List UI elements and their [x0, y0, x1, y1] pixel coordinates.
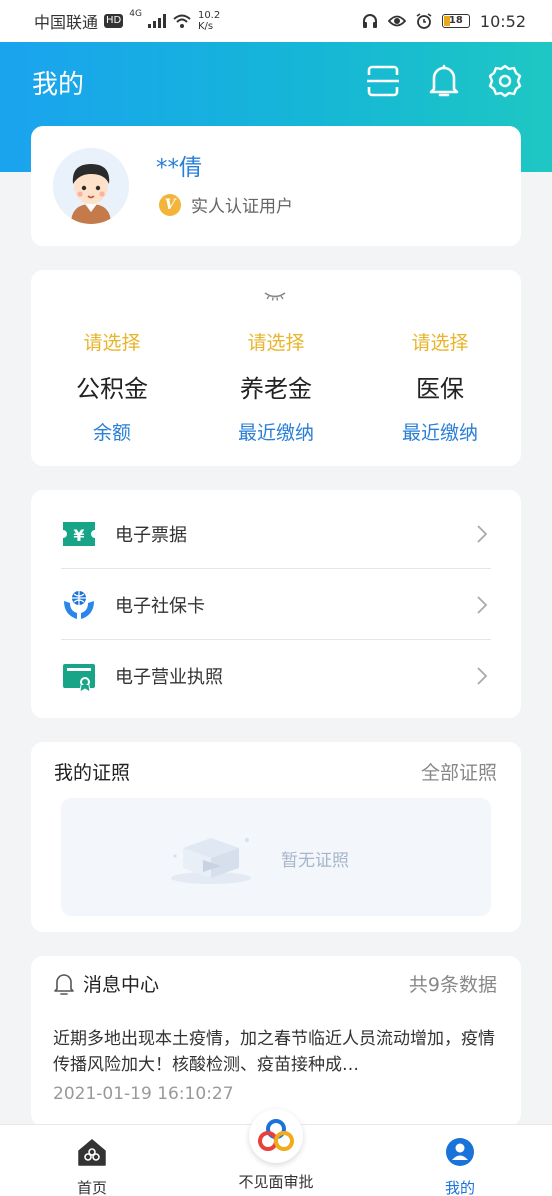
net-speed-value: 10.2	[197, 10, 221, 21]
verify-row: V 实人认证用户	[159, 192, 293, 217]
profile-card[interactable]: **倩 V 实人认证用户	[31, 126, 521, 246]
services-card: ¥ 电子票据 电子社保卡 电子营业执照	[31, 490, 521, 718]
eye-comfort-icon	[387, 15, 406, 27]
nav-mine-label: 我的	[444, 1179, 475, 1196]
service-item-receipt[interactable]: ¥ 电子票据	[61, 498, 491, 569]
clock: 10:52	[479, 11, 526, 31]
fund-sub-housing: 余额	[92, 422, 131, 444]
license-icon	[63, 663, 95, 693]
net-speed-unit: K/s	[197, 21, 214, 32]
chevron-right-icon	[477, 524, 488, 543]
approval-logo-icon	[258, 1119, 294, 1151]
service-item-social-card[interactable]: 电子社保卡	[61, 569, 491, 640]
user-name: **倩	[156, 155, 202, 181]
nav-center-label[interactable]: 不见面审批	[216, 1171, 336, 1192]
social-security-icon	[64, 590, 94, 619]
bell-icon[interactable]	[428, 64, 460, 98]
fund-select-medical[interactable]: 请选择	[365, 328, 515, 355]
scan-icon[interactable]	[366, 64, 400, 98]
user-icon	[446, 1138, 474, 1166]
avatar[interactable]	[53, 148, 129, 224]
fund-housing[interactable]: 请选择 公积金 余额	[37, 328, 187, 445]
nav-mine[interactable]: 我的	[400, 1137, 520, 1196]
fund-select-housing[interactable]: 请选择	[37, 328, 187, 355]
service-label-receipt: 电子票据	[115, 524, 187, 546]
fund-name-housing: 公积金	[76, 375, 148, 403]
network-type: 4G	[129, 9, 142, 19]
fund-select-pension[interactable]: 请选择	[201, 328, 351, 355]
eye-closed-icon[interactable]	[263, 290, 287, 302]
net-speed: 10.2 K/s	[198, 10, 220, 32]
message-center-card: 消息中心 共9条数据 近期多地出现本土疫情，加之春节临近人员流动增加，疫情传播风…	[31, 956, 521, 1126]
battery-icon: 18	[441, 14, 470, 28]
battery-level: 18	[448, 15, 463, 26]
certificates-empty-text: 暂无证照	[281, 851, 349, 871]
nav-center-button[interactable]	[249, 1109, 303, 1163]
chevron-right-icon	[477, 666, 488, 685]
all-certificates-link[interactable]: 全部证照	[421, 758, 497, 785]
certificates-title: 我的证照	[54, 762, 131, 784]
nav-home[interactable]: 首页	[32, 1137, 152, 1196]
header-actions	[366, 64, 522, 98]
message-center-header: 消息中心	[53, 970, 159, 997]
fund-name-pension: 养老金	[240, 375, 312, 403]
chevron-right-icon	[477, 595, 488, 614]
status-right: 18 10:52	[362, 12, 526, 31]
page-title: 我的	[32, 70, 85, 100]
svg-text:¥: ¥	[73, 526, 84, 545]
fund-medical[interactable]: 请选择 医保 最近缴纳	[365, 328, 515, 445]
signal-icon	[147, 14, 166, 28]
fund-pension[interactable]: 请选择 养老金 最近缴纳	[201, 328, 351, 445]
verified-badge-icon: V	[159, 193, 181, 216]
certificates-empty-state: 暂无证照	[61, 798, 491, 916]
service-item-license[interactable]: 电子营业执照	[61, 640, 491, 711]
avatar-illustration	[53, 148, 129, 224]
service-label-social-card: 电子社保卡	[115, 595, 205, 617]
headphones-icon	[362, 14, 377, 28]
fund-sub-pension: 最近缴纳	[237, 422, 314, 444]
fund-name-medical: 医保	[416, 375, 464, 403]
status-left: 中国联通 HD 4G 10.2 K/s	[34, 9, 220, 33]
certificates-card: 我的证照 全部证照 暂无证照	[31, 742, 521, 932]
fund-sub-medical: 最近缴纳	[401, 422, 478, 444]
alarm-icon	[416, 13, 432, 29]
wifi-icon	[173, 14, 191, 28]
home-icon	[78, 1139, 106, 1166]
service-label-license: 电子营业执照	[115, 666, 223, 688]
bottom-nav: 首页 不见面审批 我的	[0, 1109, 552, 1196]
message-center-title: 消息中心	[83, 974, 160, 996]
carrier-label: 中国联通	[34, 13, 99, 32]
message-count[interactable]: 共9条数据	[409, 970, 497, 997]
funds-card: 请选择 公积金 余额 请选择 养老金 最近缴纳 请选择 医保 最近缴纳	[31, 270, 521, 466]
bell-outline-icon	[54, 973, 74, 995]
gear-icon[interactable]	[488, 64, 522, 98]
receipt-icon: ¥	[63, 521, 95, 546]
empty-box-icon	[171, 838, 251, 884]
status-bar: 中国联通 HD 4G 10.2 K/s 18 10:52	[0, 0, 552, 42]
message-body[interactable]: 近期多地出现本土疫情，加之春节临近人员流动增加，疫情传播风险加大！核酸检测、疫苗…	[53, 1026, 501, 1078]
hd-badge: HD	[104, 14, 124, 28]
message-time: 2021-01-19 16:10:27	[53, 1084, 234, 1104]
verify-text: 实人认证用户	[191, 197, 293, 217]
nav-home-label: 首页	[76, 1179, 107, 1196]
